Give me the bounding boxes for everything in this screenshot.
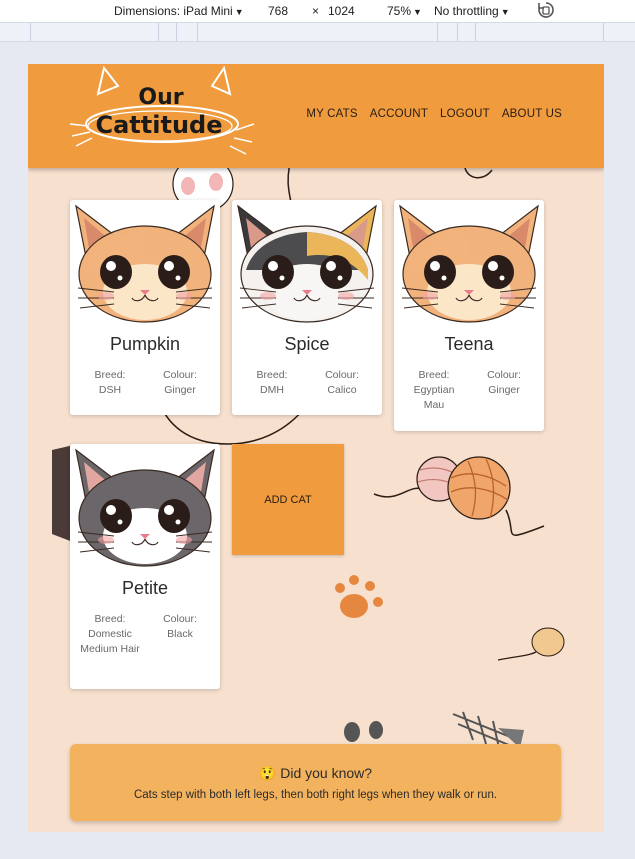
device-select[interactable]: Dimensions: iPad Mini ▼ [114,4,244,18]
breed-label: Breed: [418,369,450,381]
logo-line-1: Our [138,85,183,110]
chevron-down-icon: ▼ [500,7,510,17]
cat-card-spice[interactable]: Spice Breed: DMH Colour: Calico [232,200,382,415]
breed-field: Breed: DSH [80,368,140,398]
nav-about-us[interactable]: ABOUT US [502,108,562,120]
cat-portrait-image [399,204,539,323]
throttling-label: No throttling [434,4,499,18]
breed-value: DMH [260,384,284,396]
width-input[interactable]: 768 [268,4,288,18]
breed-value: Egyptian Mau [413,384,455,411]
logo[interactable]: Our Cattitude [66,66,256,164]
zoom-label: 75% [387,4,412,18]
site-header: Our Cattitude MY CATS ACCOUNT LOGOUT ABO… [28,64,604,168]
page-viewport: Our Cattitude MY CATS ACCOUNT LOGOUT ABO… [28,64,604,832]
breed-value: DSH [98,384,122,396]
colour-field: Colour: Black [150,612,210,642]
cat-name: Teena [444,334,494,354]
media-query-ruler [0,23,635,42]
dimension-separator: × [312,4,320,18]
breed-field: Breed: Domestic Medium Hair [80,612,140,657]
cat-name: Pumpkin [109,334,181,354]
devtools-toolbar: Dimensions: iPad Mini ▼ 768 × 1024 75% ▼ N… [0,0,635,23]
breed-field: Breed: DMH [242,368,302,398]
device-label: Dimensions: iPad Mini [114,4,233,18]
main-nav: MY CATS ACCOUNT LOGOUT ABOUT US [306,108,562,120]
cat-name: Spice [284,334,330,354]
colour-label: Colour: [163,369,197,381]
breed-label: Breed: [94,613,126,625]
cat-portrait-image [237,204,377,323]
colour-label: Colour: [325,369,359,381]
colour-value: Black [167,628,193,640]
throttling-select[interactable]: No throttling ▼ [434,4,510,18]
breed-field: Breed: Egyptian Mau [404,368,464,413]
nav-account[interactable]: ACCOUNT [370,108,428,120]
fun-fact-box: 😲 Did you know? Cats step with both left… [70,744,561,821]
breed-value: Domestic Medium Hair [80,628,140,655]
astonished-face-icon: 😲 [258,765,277,781]
cat-name: Petite [121,578,169,598]
colour-label: Colour: [487,369,521,381]
fun-fact-title: 😲 Did you know? [70,765,561,782]
zoom-select[interactable]: 75% ▼ [387,4,422,18]
chevron-down-icon: ▼ [234,7,244,17]
add-cat-button[interactable]: ADD CAT [232,444,344,555]
colour-value: Calico [327,384,357,396]
colour-label: Colour: [163,613,197,625]
cat-portrait-image [75,204,215,323]
logo-line-2: Cattitude [96,111,223,139]
colour-field: Colour: Calico [312,368,372,398]
nav-my-cats[interactable]: MY CATS [306,108,357,120]
colour-value: Ginger [488,384,520,396]
breed-label: Breed: [256,369,288,381]
cat-card-teena[interactable]: Teena Breed: Egyptian Mau Colour: Ginger [394,200,544,431]
nav-logout[interactable]: LOGOUT [440,108,490,120]
cat-portrait-image [75,448,215,567]
fun-fact-heading: Did you know? [280,765,373,781]
colour-field: Colour: Ginger [474,368,534,398]
colour-field: Colour: Ginger [150,368,210,398]
fun-fact-text: Cats step with both left legs, then both… [133,789,498,801]
height-input[interactable]: 1024 [328,4,355,18]
colour-value: Ginger [164,384,196,396]
cat-card-pumpkin[interactable]: Pumpkin Breed: DSH Colour: Ginger [70,200,220,415]
breed-label: Breed: [94,369,126,381]
rotate-icon[interactable] [536,1,556,22]
cat-card-petite[interactable]: Petite Breed: Domestic Medium Hair Colour… [70,444,220,689]
chevron-down-icon: ▼ [413,7,422,17]
